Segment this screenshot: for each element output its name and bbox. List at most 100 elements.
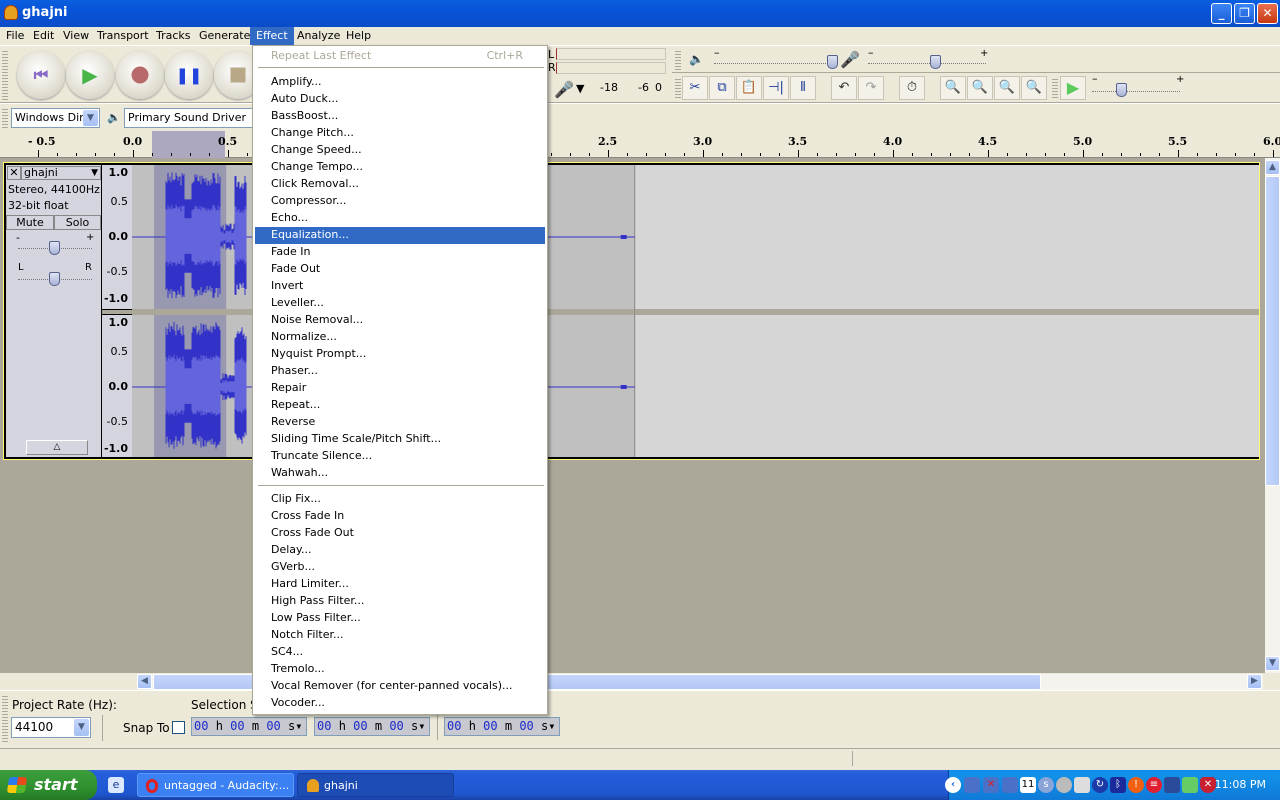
menu-edit[interactable]: Edit — [27, 27, 60, 45]
mouse-icon[interactable] — [1056, 777, 1072, 793]
toolbar-grip[interactable] — [675, 49, 681, 71]
playback-speed-slider[interactable] — [1092, 86, 1180, 92]
menu-tracks[interactable]: Tracks — [150, 27, 197, 45]
menu-item-wahwah[interactable]: Wahwah... — [255, 465, 545, 482]
gain-thumb[interactable] — [49, 241, 60, 255]
mute-button[interactable]: Mute — [6, 215, 54, 230]
pause-button[interactable]: ❚❚ — [165, 51, 213, 99]
menu-item-invert[interactable]: Invert — [255, 278, 545, 295]
copy-button[interactable]: ⧉ — [709, 76, 735, 100]
solo-button[interactable]: Solo — [54, 215, 101, 230]
bluetooth-icon[interactable]: ᛒ — [1110, 777, 1126, 793]
menu-item-bassboost[interactable]: BassBoost... — [255, 108, 545, 125]
selection-end-time[interactable]: 00 h 00 m 00 s▾ — [314, 717, 430, 736]
menu-generate[interactable]: Generate — [193, 27, 256, 45]
menu-item-cross-fade-in[interactable]: Cross Fade In — [255, 508, 545, 525]
redo-button[interactable]: ↷ — [858, 76, 884, 100]
menu-item-change-speed[interactable]: Change Speed... — [255, 142, 545, 159]
menu-item-reverse[interactable]: Reverse — [255, 414, 545, 431]
menu-effect[interactable]: Effect — [250, 27, 294, 45]
menu-help[interactable]: Help — [340, 27, 377, 45]
menu-item-repair[interactable]: Repair — [255, 380, 545, 397]
menu-item-noise-removal[interactable]: Noise Removal... — [255, 312, 545, 329]
sync-icon[interactable]: ↻ — [1092, 777, 1108, 793]
network-icon[interactable] — [1002, 777, 1018, 793]
menu-item-cross-fade-out[interactable]: Cross Fade Out — [255, 525, 545, 542]
menu-item-nyquist-prompt[interactable]: Nyquist Prompt... — [255, 346, 545, 363]
scroll-down-button[interactable]: ▼ — [1265, 656, 1280, 671]
menu-item-sliding-time-scale-pitch-shift[interactable]: Sliding Time Scale/Pitch Shift... — [255, 431, 545, 448]
selection-start-time[interactable]: 00 h 00 m 00 s▾ — [191, 717, 307, 736]
toolbar-grip[interactable] — [2, 694, 8, 744]
taskbar-item-audacity-untagged[interactable]: untagged - Audacity:... — [137, 773, 294, 797]
menu-item-phaser[interactable]: Phaser... — [255, 363, 545, 380]
zoom-in-button[interactable]: 🔍 — [940, 76, 966, 100]
menu-item-gverb[interactable]: GVerb... — [255, 559, 545, 576]
menu-item-vocal-remover-for-center-panned-vocals[interactable]: Vocal Remover (for center-panned vocals)… — [255, 678, 545, 695]
taskbar-item-ghajni[interactable]: ghajni — [297, 773, 454, 797]
menu-item-leveller[interactable]: Leveller... — [255, 295, 545, 312]
audio-position-time[interactable]: 00 h 00 m 00 s▾ — [444, 717, 560, 736]
fit-project-button[interactable]: 🔍 — [1021, 76, 1047, 100]
toolbar-grip[interactable] — [1052, 77, 1058, 99]
output-volume-slider[interactable] — [714, 58, 834, 64]
menu-item-low-pass-filter[interactable]: Low Pass Filter... — [255, 610, 545, 627]
fit-selection-button[interactable]: 🔍 — [994, 76, 1020, 100]
skype-icon[interactable]: s — [1038, 777, 1054, 793]
pan-thumb[interactable] — [49, 272, 60, 286]
scroll-up-button[interactable]: ▲ — [1265, 160, 1280, 175]
playback-speed-thumb[interactable] — [1116, 83, 1127, 97]
menu-item-high-pass-filter[interactable]: High Pass Filter... — [255, 593, 545, 610]
close-track-button[interactable]: ✕ — [7, 166, 21, 180]
menu-item-auto-duck[interactable]: Auto Duck... — [255, 91, 545, 108]
antivirus-icon[interactable]: ≡ — [1146, 777, 1162, 793]
output-device-select[interactable]: Primary Sound Driver — [124, 108, 254, 128]
project-rate-select[interactable]: 44100 ▼ — [11, 717, 91, 738]
record-button[interactable] — [116, 51, 164, 99]
usb-icon[interactable] — [1074, 777, 1090, 793]
vertical-scroll-thumb[interactable] — [1265, 176, 1280, 486]
paste-button[interactable]: 📋 — [736, 76, 762, 100]
menu-item-click-removal[interactable]: Click Removal... — [255, 176, 545, 193]
play-button[interactable]: ▶ — [66, 51, 114, 99]
zoom-out-button[interactable]: 🔍 — [967, 76, 993, 100]
network-icon[interactable] — [964, 777, 980, 793]
menu-item-amplify[interactable]: Amplify... — [255, 74, 545, 91]
toolbar-grip[interactable] — [2, 49, 8, 101]
menu-item-repeat[interactable]: Repeat... — [255, 397, 545, 414]
skip-to-start-button[interactable]: ⏮ — [17, 51, 65, 99]
output-volume-thumb[interactable] — [827, 55, 838, 69]
menu-item-fade-out[interactable]: Fade Out — [255, 261, 545, 278]
menu-item-equalization[interactable]: Equalization... — [255, 227, 545, 244]
menu-item-normalize[interactable]: Normalize... — [255, 329, 545, 346]
quick-launch-ie-icon[interactable]: e — [108, 777, 124, 793]
menu-file[interactable]: File — [0, 27, 30, 45]
menu-analyze[interactable]: Analyze — [291, 27, 346, 45]
menu-item-change-tempo[interactable]: Change Tempo... — [255, 159, 545, 176]
recycle-icon[interactable] — [1182, 777, 1198, 793]
menu-item-hard-limiter[interactable]: Hard Limiter... — [255, 576, 545, 593]
restore-button[interactable]: ❐ — [1234, 3, 1255, 24]
undo-button[interactable]: ↶ — [831, 76, 857, 100]
play-at-speed-button[interactable]: ▶ — [1060, 76, 1086, 100]
minimize-button[interactable]: _ — [1211, 3, 1232, 24]
menu-item-clip-fix[interactable]: Clip Fix... — [255, 491, 545, 508]
track-name-menu[interactable]: ghajni ▼ — [21, 166, 101, 180]
menu-item-fade-in[interactable]: Fade In — [255, 244, 545, 261]
sync-lock-button[interactable]: ⏱ — [899, 76, 925, 100]
input-volume-slider[interactable] — [868, 58, 986, 64]
input-volume-thumb[interactable] — [930, 55, 941, 69]
menu-item-truncate-silence[interactable]: Truncate Silence... — [255, 448, 545, 465]
collapse-track-button[interactable]: △ — [26, 440, 88, 455]
menu-item-vocoder[interactable]: Vocoder... — [255, 695, 545, 712]
host-select[interactable]: Windows Dire ▼ — [11, 108, 100, 128]
menu-transport[interactable]: Transport — [91, 27, 155, 45]
show-hidden-icons-button[interactable]: ‹ — [945, 777, 961, 793]
menu-item-echo[interactable]: Echo... — [255, 210, 545, 227]
menu-item-sc4[interactable]: SC4... — [255, 644, 545, 661]
menu-item-notch-filter[interactable]: Notch Filter... — [255, 627, 545, 644]
vertical-scrollbar[interactable]: ▲ ▼ — [1265, 158, 1280, 673]
snap-to-checkbox[interactable] — [172, 721, 185, 734]
network-disconnected-icon[interactable]: ✕ — [983, 777, 999, 793]
toolbar-grip[interactable] — [675, 77, 681, 99]
